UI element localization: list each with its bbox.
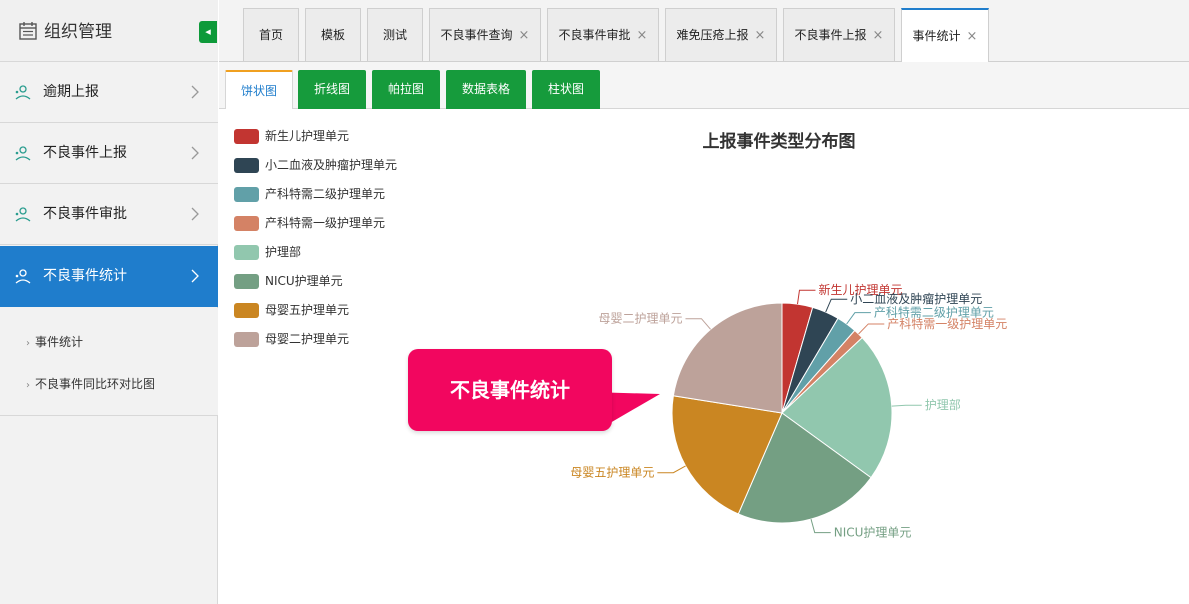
tab-label: 不良事件上报 — [794, 28, 867, 42]
pie-label-line — [685, 318, 711, 330]
sidebar-item-label: 不良事件上报 — [43, 145, 127, 161]
tab-pressure-ulcer-report[interactable]: 难免压疮上报 × — [665, 8, 777, 61]
chevron-right-icon: › — [26, 380, 30, 391]
chevron-right-icon — [191, 207, 199, 221]
pie-label-line — [858, 323, 885, 335]
report-icon — [15, 85, 31, 100]
sidebar: 组织管理 ◂ 逾期上报 不良事件上报 不良事件审批 不良事件统计 › 事件统计 … — [0, 0, 218, 604]
pie-label: 小二血液及肿瘤护理单元 — [850, 291, 982, 306]
pie-label: 母婴五护理单元 — [570, 466, 654, 480]
sidebar-title: 组织管理 — [44, 22, 112, 42]
pie-label: 产科特需一级护理单元 — [887, 316, 1007, 331]
tab-data-table[interactable]: 数据表格 — [446, 70, 526, 109]
sidebar-item-overdue-report[interactable]: 逾期上报 — [0, 62, 218, 123]
pie-label-line — [846, 312, 871, 325]
sidebar-item-adverse-report[interactable]: 不良事件上报 — [0, 123, 218, 184]
pie-label-line — [891, 404, 922, 407]
sidebar-item-label: 不良事件统计 — [43, 268, 127, 284]
pie-slice[interactable] — [672, 302, 783, 414]
report-icon — [15, 146, 31, 161]
chevron-right-icon — [191, 269, 199, 283]
tab-label: 测试 — [382, 28, 407, 42]
pie-label: 护理部 — [925, 397, 961, 412]
tab-bar-chart[interactable]: 柱状图 — [532, 70, 600, 109]
submenu-item-label: 不良事件同比环对比图 — [35, 377, 156, 391]
tab-label: 模板 — [320, 28, 345, 42]
close-icon[interactable]: × — [873, 28, 884, 43]
pie-label: NICU护理单元 — [834, 526, 912, 540]
calendar-icon — [19, 22, 37, 40]
sidebar-item-label: 不良事件审批 — [43, 206, 127, 222]
sidebar-item-adverse-approval[interactable]: 不良事件审批 — [0, 184, 218, 245]
tab-adverse-approval[interactable]: 不良事件审批 × — [547, 8, 659, 61]
tab-bar: 首页 模板 测试 不良事件查询 × 不良事件审批 × 难免压疮上报 × 不良事件上报 ×… — [219, 0, 1189, 62]
submenu-item-yoy-comparison[interactable]: › 不良事件同比环对比图 — [26, 375, 155, 395]
callout-badge: 不良事件统计 — [408, 349, 612, 431]
tab-home[interactable]: 首页 — [243, 8, 299, 61]
tab-pareto-chart[interactable]: 帕拉图 — [372, 70, 440, 109]
chevron-right-icon — [191, 85, 199, 99]
submenu-item-label: 事件统计 — [35, 335, 84, 349]
chevron-right-icon — [191, 146, 199, 160]
close-icon[interactable]: × — [519, 28, 530, 43]
tab-label: 难免压疮上报 — [676, 28, 749, 42]
tab-label: 不良事件审批 — [558, 28, 631, 42]
tab-line-chart[interactable]: 折线图 — [298, 70, 366, 109]
chart-panel: 新生儿护理单元 小二血液及肿瘤护理单元 产科特需二级护理单元 产科特需一级护理单元 护理… — [219, 109, 1189, 604]
chart-type-tabs: 饼状图 折线图 帕拉图 数据表格 柱状图 — [219, 62, 1189, 110]
pie-label-line — [797, 289, 816, 305]
sidebar-collapse-button[interactable]: ◂ — [199, 21, 217, 43]
close-icon[interactable]: × — [637, 28, 648, 43]
tab-event-statistics[interactable]: 事件统计 × — [901, 8, 989, 62]
tab-label: 不良事件查询 — [440, 28, 513, 42]
close-icon[interactable]: × — [967, 29, 978, 44]
chevron-right-icon: › — [26, 338, 30, 349]
tab-label: 事件统计 — [912, 29, 961, 43]
tab-template[interactable]: 模板 — [305, 8, 361, 61]
sidebar-item-adverse-statistics[interactable]: 不良事件统计 — [0, 246, 218, 307]
pie-label: 母婴二护理单元 — [598, 312, 682, 326]
tab-label: 首页 — [258, 28, 283, 42]
sidebar-header: 组织管理 ◂ — [0, 0, 218, 62]
report-icon — [15, 269, 31, 284]
tab-adverse-report[interactable]: 不良事件上报 × — [783, 8, 895, 61]
close-icon[interactable]: × — [755, 28, 766, 43]
sidebar-item-label: 逾期上报 — [43, 84, 99, 100]
tab-test[interactable]: 测试 — [367, 8, 423, 61]
tab-adverse-query[interactable]: 不良事件查询 × — [429, 8, 541, 61]
report-icon — [15, 207, 31, 222]
pie-chart: 新生儿护理单元小二血液及肿瘤护理单元产科特需二级护理单元产科特需一级护理单元护理… — [570, 282, 1007, 540]
pie-label-line — [810, 518, 831, 534]
pie-label-line — [657, 465, 686, 474]
pie-label-line — [825, 298, 848, 313]
tab-pie-chart[interactable]: 饼状图 — [225, 70, 293, 110]
sidebar-submenu: › 事件统计 › 不良事件同比环对比图 — [0, 308, 218, 416]
submenu-item-event-statistics[interactable]: › 事件统计 — [26, 333, 83, 353]
